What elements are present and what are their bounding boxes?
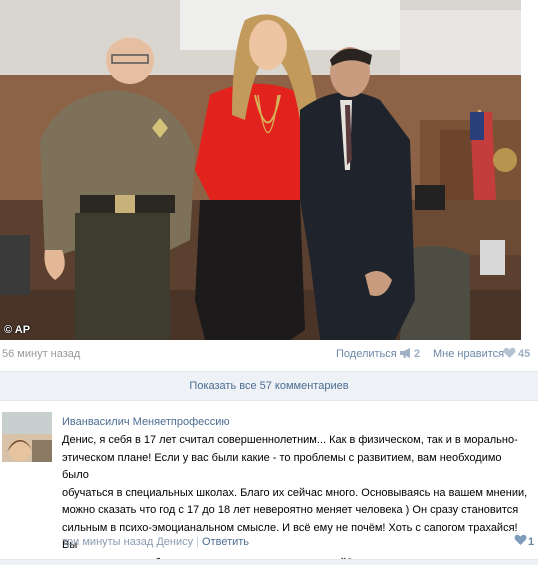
avatar[interactable]	[2, 412, 52, 462]
comment-text-line: этическом плане! Если у вас были какие -…	[62, 451, 502, 482]
like-button[interactable]: Мне нравится	[433, 348, 504, 360]
show-all-comments-button[interactable]: Показать все 57 комментариев	[0, 371, 538, 401]
comment-item: Иванвасилич Меняетпрофессию Денис, я себ…	[0, 404, 538, 565]
like-count: 45	[518, 348, 531, 360]
courtroom-photo	[0, 0, 521, 340]
megaphone-icon[interactable]	[399, 347, 413, 362]
footer-separator: |	[196, 536, 199, 548]
comment-text-line: можно сказать что год с 17 до 18 лет нев…	[62, 504, 519, 516]
post-photo[interactable]: © AP	[0, 0, 521, 340]
comment-like-count: 1	[528, 536, 535, 548]
comment-time[interactable]: три минуты назад Денису	[62, 536, 193, 548]
comment-author-link[interactable]: Иванвасилич Меняетпрофессию	[62, 416, 230, 428]
reply-button[interactable]: Ответить	[202, 536, 249, 548]
post-time[interactable]: 56 минут назад	[2, 348, 80, 360]
share-button[interactable]: Поделиться	[336, 348, 397, 360]
comment-text-line: Денис, я себя в 17 лет считал совершенно…	[62, 434, 518, 446]
comment-text-line: обучаться в специальных школах. Благо их…	[62, 486, 528, 499]
divider	[0, 559, 538, 565]
photo-credit: © AP	[4, 324, 31, 336]
comment-footer: три минуты назад Денису | Ответить	[62, 536, 249, 548]
share-count: 2	[414, 348, 421, 360]
comment-heart-icon[interactable]	[514, 534, 527, 549]
post-meta: 56 минут назад Поделиться 2 Мне нравится…	[0, 345, 538, 363]
heart-icon[interactable]	[503, 347, 516, 362]
